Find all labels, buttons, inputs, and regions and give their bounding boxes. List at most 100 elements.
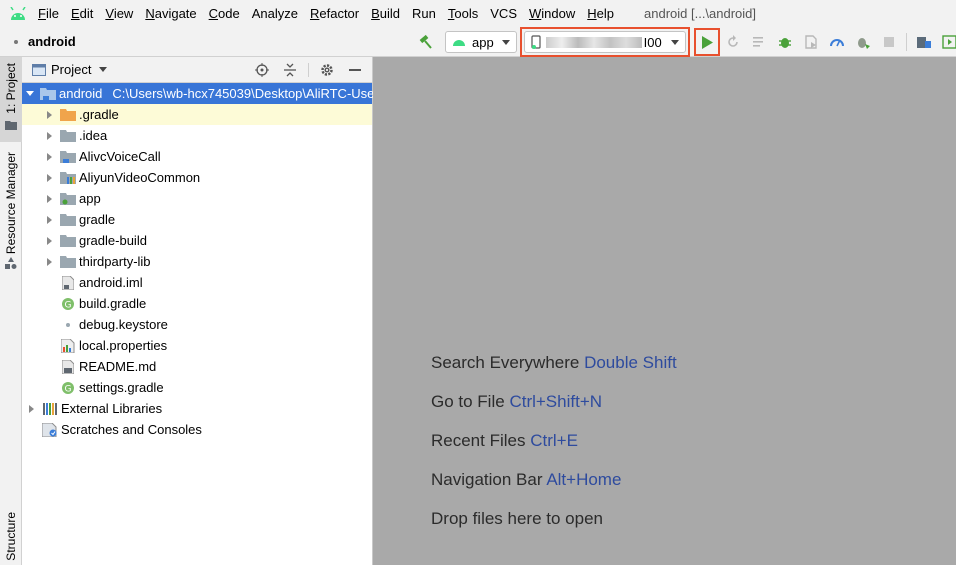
hide-panel-icon[interactable] [344, 59, 366, 81]
markdown-file-icon [60, 359, 76, 375]
hint-text: Drop files here to open [431, 509, 603, 528]
breadcrumb-dot-icon [14, 39, 18, 44]
chevron-right-icon[interactable] [44, 194, 54, 204]
device-name-redacted [545, 36, 642, 48]
device-name-suffix: I00 [643, 34, 662, 50]
tree-item-app[interactable]: app [22, 188, 372, 209]
libraries-icon [42, 401, 58, 417]
chevron-right-icon[interactable] [44, 131, 54, 141]
tree-item-label: thirdparty-lib [79, 254, 151, 269]
debug-bug-icon[interactable] [774, 31, 796, 53]
hint-navigation-bar: Navigation Bar Alt+Home [431, 470, 621, 490]
chevron-down-icon[interactable] [26, 89, 34, 99]
chevron-right-icon[interactable] [26, 404, 36, 414]
locate-target-icon[interactable] [251, 59, 273, 81]
run-button[interactable] [693, 28, 720, 56]
breadcrumb[interactable]: android [14, 34, 76, 49]
tree-item-thirdparty-lib[interactable]: thirdparty-lib [22, 251, 372, 272]
chevron-right-icon[interactable] [44, 152, 54, 162]
project-panel: Project android C:\Users\wb-hcx745039\De… [22, 57, 374, 565]
menu-help[interactable]: Help [581, 0, 620, 27]
editor-empty-area[interactable]: Search Everywhere Double Shift Go to Fil… [373, 57, 956, 565]
attach-debugger-icon[interactable] [852, 31, 874, 53]
tree-item-settings-gradle[interactable]: G settings.gradle [22, 377, 372, 398]
project-window-icon [32, 63, 46, 76]
menu-vcs[interactable]: VCS [484, 0, 523, 27]
menu-build[interactable]: Build [365, 0, 406, 27]
menu-code[interactable]: Code [203, 0, 246, 27]
menu-window[interactable]: Window [523, 0, 581, 27]
menu-run[interactable]: Run [406, 0, 442, 27]
tree-item-label: app [79, 191, 101, 206]
module-folder-icon [40, 86, 56, 102]
app-module-folder-icon [60, 191, 76, 207]
svg-text:G: G [65, 384, 72, 394]
chevron-right-icon[interactable] [44, 110, 54, 120]
tree-root-name: android [59, 86, 103, 101]
stop-icon[interactable] [878, 31, 900, 53]
gradle-file-icon: G [60, 380, 76, 396]
tab-resource-manager[interactable]: Resource Manager [0, 152, 22, 272]
hint-text: Recent Files [431, 431, 526, 450]
chevron-right-icon[interactable] [44, 173, 54, 183]
chevron-right-icon[interactable] [44, 257, 54, 267]
panel-tools-separator [308, 63, 309, 77]
run-config-label: app [472, 34, 494, 50]
scratches-icon [42, 422, 58, 438]
menu-analyze[interactable]: Analyze [246, 0, 304, 27]
gradle-file-icon: G [60, 296, 76, 312]
tree-item-idea[interactable]: .idea [22, 125, 372, 146]
chevron-down-icon [99, 67, 108, 72]
collapse-all-icon[interactable] [279, 59, 301, 81]
tree-item-debug-keystore[interactable]: debug.keystore [22, 314, 372, 335]
hint-shortcut: Double Shift [584, 353, 677, 372]
tab-project-label: 1: Project [4, 63, 18, 114]
tree-item-aliyunvideocommon[interactable]: AliyunVideoCommon [22, 167, 372, 188]
device-selector[interactable]: I00 [523, 31, 686, 53]
tree-item-gradle-cache[interactable]: .gradle [22, 104, 372, 125]
coverage-icon[interactable] [800, 31, 822, 53]
menu-edit[interactable]: Edit [65, 0, 99, 27]
project-tree: android C:\Users\wb-hcx745039\Desktop\Al… [22, 83, 374, 440]
project-structure-icon[interactable] [913, 31, 935, 53]
chevron-right-icon[interactable] [44, 236, 54, 246]
project-view-selector[interactable]: Project [32, 62, 108, 77]
gear-icon[interactable] [316, 59, 338, 81]
tree-item-gradle-build[interactable]: gradle-build [22, 230, 372, 251]
tree-item-local-properties[interactable]: local.properties [22, 335, 372, 356]
tree-item-label: Scratches and Consoles [61, 422, 202, 437]
tree-item-label: README.md [79, 359, 157, 374]
generic-file-icon [60, 317, 76, 333]
tab-structure[interactable]: Structure [0, 512, 22, 565]
folder-icon [5, 118, 17, 133]
tree-item-external-libraries[interactable]: External Libraries [22, 398, 372, 419]
tree-root-row[interactable]: android C:\Users\wb-hcx745039\Desktop\Al… [22, 83, 374, 104]
profile-gauge-icon[interactable] [826, 31, 848, 53]
tab-project[interactable]: 1: Project [0, 57, 22, 142]
menu-view[interactable]: View [99, 0, 139, 27]
tree-item-build-gradle[interactable]: G build.gradle [22, 293, 372, 314]
folder-icon [60, 212, 76, 228]
project-panel-header: Project [22, 57, 372, 83]
panel-tools [248, 57, 372, 83]
tree-item-android-iml[interactable]: android.iml [22, 272, 372, 293]
run-config-selector[interactable]: app [445, 31, 517, 53]
tree-item-gradle[interactable]: gradle [22, 209, 372, 230]
sync-project-icon[interactable] [939, 31, 956, 53]
menu-file[interactable]: File [32, 0, 65, 27]
make-project-hammer-icon[interactable] [415, 31, 437, 53]
tree-item-label: .idea [79, 128, 108, 143]
apply-changes-icon[interactable] [722, 31, 744, 53]
apply-code-changes-icon[interactable] [748, 31, 770, 53]
tree-item-scratches[interactable]: Scratches and Consoles [22, 419, 372, 440]
chevron-right-icon[interactable] [44, 215, 54, 225]
menu-tools[interactable]: Tools [442, 0, 484, 27]
run-play-icon [701, 35, 713, 49]
tree-item-alivcvoicecall[interactable]: AlivcVoiceCall [22, 146, 372, 167]
tree-item-readme[interactable]: README.md [22, 356, 372, 377]
menu-refactor[interactable]: Refactor [304, 0, 365, 27]
tree-item-label: android.iml [79, 275, 143, 290]
resource-shapes-icon [5, 257, 17, 272]
menu-navigate[interactable]: Navigate [139, 0, 202, 27]
svg-text:G: G [65, 300, 72, 310]
